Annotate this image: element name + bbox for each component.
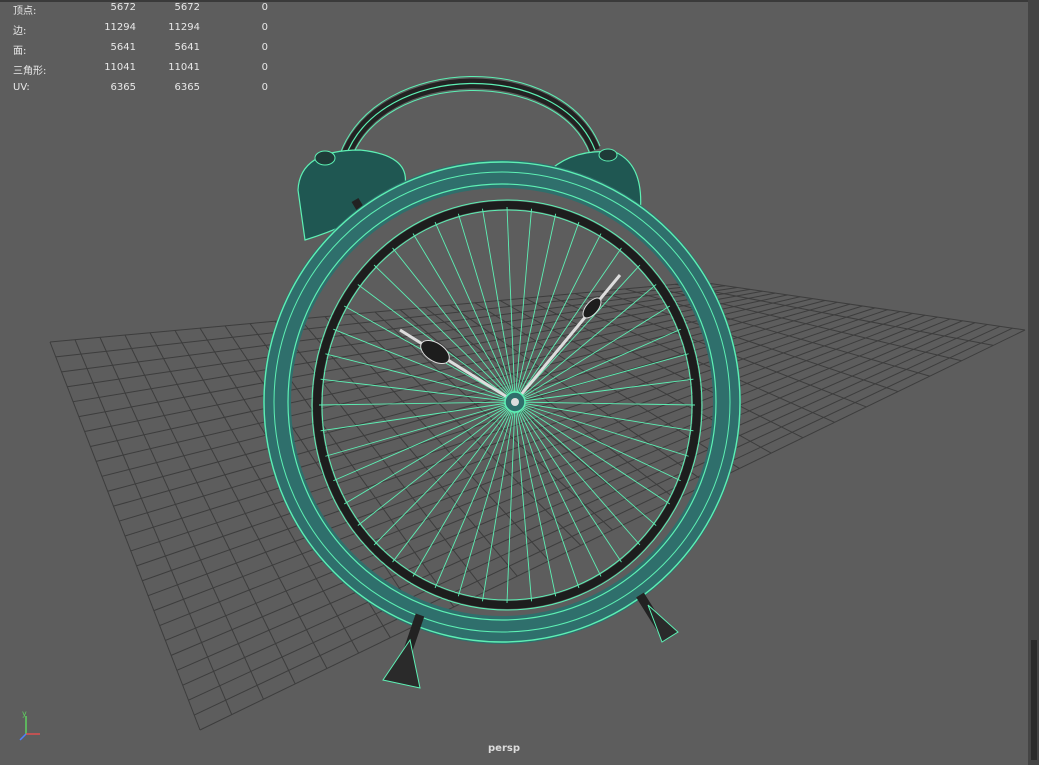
axis-gizmo: y xyxy=(19,709,40,741)
viewport-scene[interactable] xyxy=(0,0,1039,765)
hud-row-label: 面: xyxy=(13,46,27,57)
hud-row-value: 0 xyxy=(261,2,268,13)
hud-row-label: 边: xyxy=(13,26,27,37)
grid-line xyxy=(699,281,1026,331)
hud-row-label: 顶点: xyxy=(13,6,37,17)
hud-row-value: 6365 xyxy=(174,82,200,93)
hud-row: 边: 11294 11294 0 xyxy=(12,20,272,40)
grid-line xyxy=(599,290,899,393)
hud-row-value: 0 xyxy=(261,62,268,73)
alarm-clock-mesh[interactable] xyxy=(263,76,741,689)
hud-row-value: 11041 xyxy=(168,62,200,73)
camera-name-label: persp xyxy=(488,743,520,754)
hour-hand xyxy=(399,328,516,404)
face-spoke xyxy=(434,401,516,589)
face-spoke xyxy=(457,213,516,403)
hud-row-label: UV: xyxy=(13,82,30,93)
hud-row-value: 0 xyxy=(261,22,268,33)
grid-line xyxy=(524,297,804,439)
hud-row-value: 11294 xyxy=(104,22,136,33)
scrollbar-thumb[interactable] xyxy=(1031,640,1037,760)
hud-row: 三角形: 11041 11041 0 xyxy=(12,60,272,80)
bell-handle xyxy=(340,78,600,160)
hud-row: 面: 5641 5641 0 xyxy=(12,40,272,60)
hud-row-value: 5641 xyxy=(110,42,136,53)
face-spoke xyxy=(514,401,681,482)
face-spoke xyxy=(482,208,516,403)
perspective-viewport[interactable]: 顶点: 5672 5672 0 边: 11294 11294 0 面: 5641 5641 0 三角形:… xyxy=(0,0,1039,765)
hud-row-value: 6365 xyxy=(110,82,136,93)
ground-grid xyxy=(49,281,1026,731)
hud-row-label: 三角形: xyxy=(13,66,47,77)
hud-row-value: 5641 xyxy=(174,42,200,53)
hud-row: UV: 6365 6365 0 xyxy=(12,80,272,100)
face-spoke xyxy=(325,401,516,457)
hud-row-value: 5672 xyxy=(174,2,200,13)
right-leg xyxy=(636,592,679,643)
face-spoke xyxy=(333,401,516,482)
hud-row-value: 11041 xyxy=(104,62,136,73)
hud-row-value: 5672 xyxy=(110,2,136,13)
face-spoke xyxy=(514,401,671,505)
face-spoke xyxy=(514,353,689,403)
face-spoke xyxy=(514,401,602,577)
hud-row-value: 0 xyxy=(261,82,268,93)
face-spoke xyxy=(514,305,671,403)
grid-line xyxy=(147,312,913,597)
hud-row: 顶点: 5672 5672 0 xyxy=(12,0,272,20)
face-spoke xyxy=(506,401,516,604)
hud-row-value: 0 xyxy=(261,42,268,53)
hud-row-value: 11294 xyxy=(168,22,200,33)
poly-count-hud: 顶点: 5672 5672 0 边: 11294 11294 0 面: 5641 5641 0 三角形:… xyxy=(12,0,272,100)
face-spoke xyxy=(392,401,516,563)
left-leg xyxy=(382,613,425,689)
axis-y-label: y xyxy=(22,709,27,718)
face-spoke xyxy=(392,247,516,403)
